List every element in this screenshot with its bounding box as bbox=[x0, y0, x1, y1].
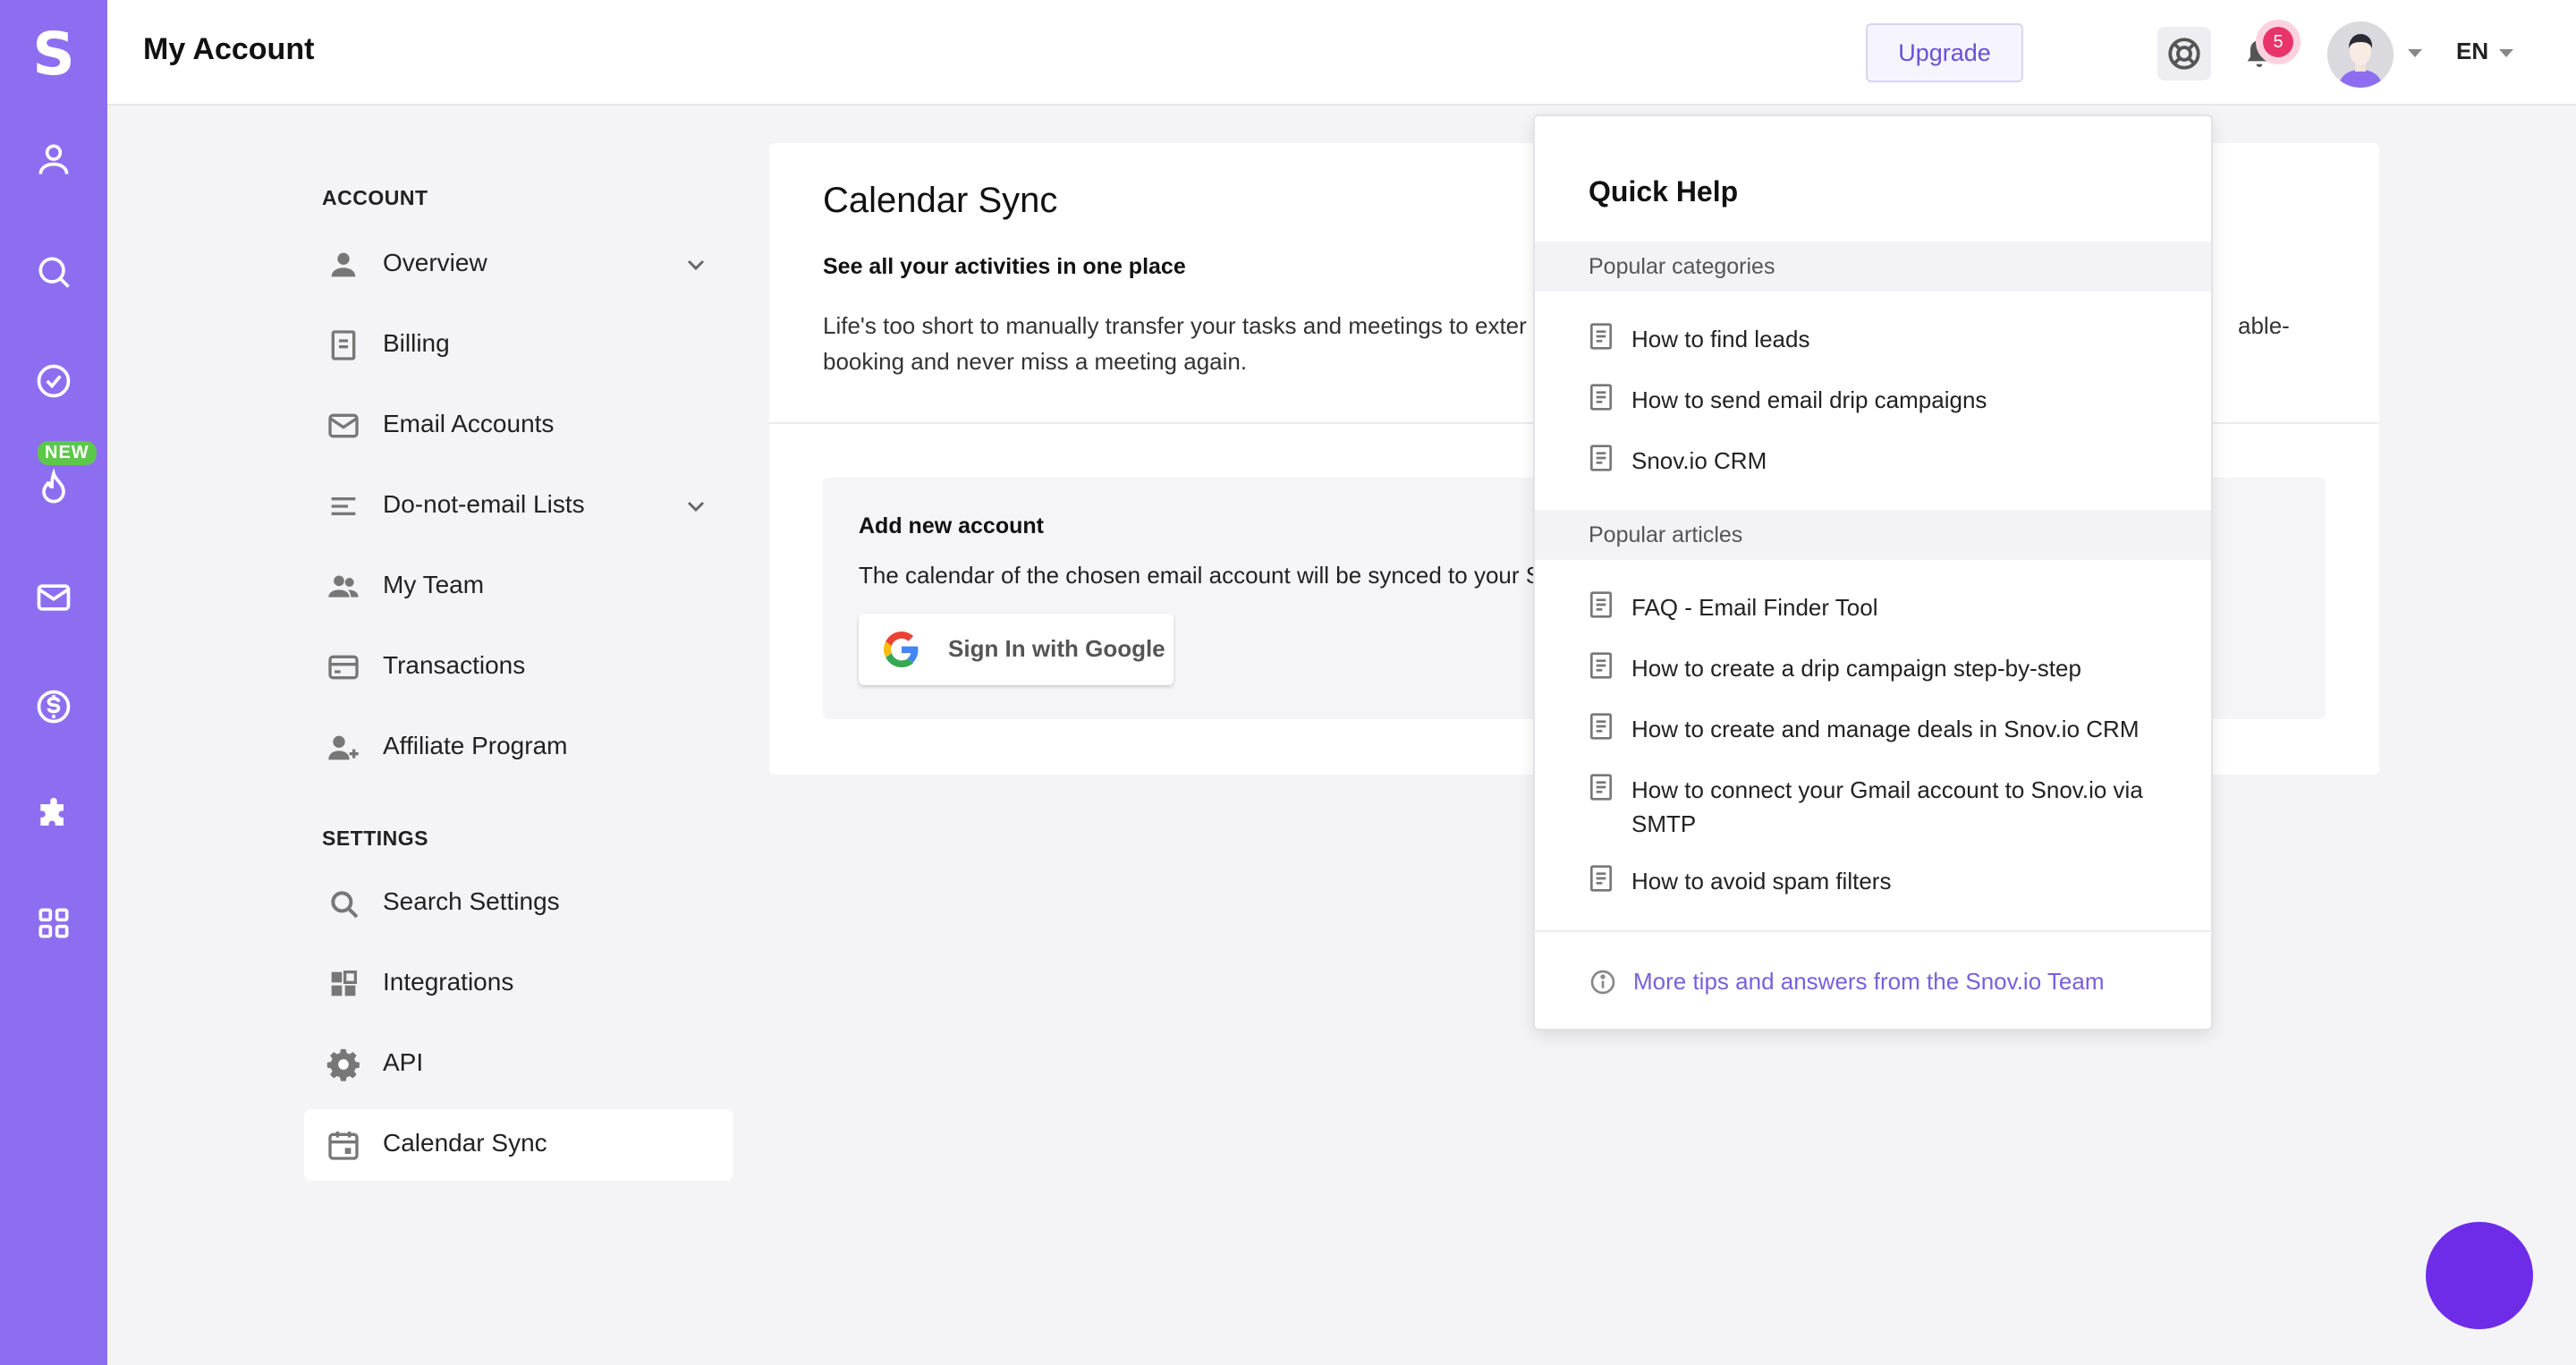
search-icon[interactable] bbox=[34, 252, 73, 292]
quick-help-title: Quick Help bbox=[1589, 175, 1739, 208]
search-icon bbox=[331, 891, 359, 919]
quick-help-dropdown: Quick Help Popular categories How to fin… bbox=[1533, 114, 2213, 1030]
invoice-icon bbox=[331, 330, 356, 360]
nav-item-label: My Team bbox=[383, 571, 485, 598]
card-icon bbox=[328, 655, 359, 680]
notification-count-badge: 5 bbox=[2263, 27, 2293, 57]
add-person-icon bbox=[328, 735, 359, 760]
document-icon bbox=[1590, 774, 1612, 801]
divider bbox=[1535, 930, 2211, 932]
list-icon bbox=[331, 497, 356, 515]
chevron-down-icon[interactable] bbox=[682, 492, 710, 521]
user-avatar-icon bbox=[2327, 21, 2394, 88]
nav-item-affiliate-program[interactable]: Affiliate Program bbox=[304, 712, 733, 784]
nav-item-email-accounts[interactable]: Email Accounts bbox=[304, 390, 733, 462]
description-line-2: booking and never miss a meeting again. bbox=[823, 348, 1248, 375]
nav-item-my-team[interactable]: My Team bbox=[304, 551, 733, 623]
google-icon bbox=[884, 632, 919, 667]
flame-icon[interactable] bbox=[34, 467, 73, 508]
calendar-icon bbox=[328, 1132, 359, 1160]
new-badge: NEW bbox=[38, 441, 97, 465]
page-title: My Account bbox=[143, 32, 315, 66]
lifebuoy-icon bbox=[2168, 38, 2200, 70]
avatar-chevron-down-icon[interactable] bbox=[2408, 49, 2422, 57]
help-link-label: How to create a drip campaign step-by-st… bbox=[1631, 655, 2081, 682]
nav-item-label: Integrations bbox=[383, 968, 514, 996]
gear-icon bbox=[326, 1048, 360, 1081]
description-line-1-tail: able- bbox=[2238, 312, 2290, 339]
help-button[interactable] bbox=[2157, 27, 2211, 81]
nav-item-overview[interactable]: Overview bbox=[304, 229, 733, 301]
dollar-circle-icon[interactable] bbox=[34, 687, 73, 726]
nav-item-api[interactable]: API bbox=[304, 1029, 733, 1100]
popular-categories-header: Popular categories bbox=[1535, 242, 2211, 292]
section-heading: Popular articles bbox=[1589, 522, 1743, 547]
app-logo[interactable]: S bbox=[0, 20, 107, 89]
chat-widget-button[interactable] bbox=[2426, 1222, 2533, 1329]
nav-item-billing[interactable]: Billing bbox=[304, 309, 733, 381]
nav-item-calendar-sync[interactable]: Calendar Sync bbox=[304, 1109, 733, 1181]
avatar[interactable] bbox=[2327, 21, 2394, 88]
help-link-label: Snov.io CRM bbox=[1631, 447, 1767, 474]
person-icon bbox=[331, 252, 356, 277]
document-icon bbox=[1590, 323, 1612, 350]
description-line-1: Life's too short to manually transfer yo… bbox=[823, 312, 1527, 339]
nav-item-transactions[interactable]: Transactions bbox=[304, 632, 733, 703]
document-icon bbox=[1590, 713, 1612, 740]
apps-grid-icon[interactable] bbox=[34, 903, 73, 943]
grid-icon bbox=[331, 971, 357, 996]
add-account-description: The calendar of the chosen email account… bbox=[859, 562, 1542, 589]
check-circle-icon[interactable] bbox=[34, 361, 73, 401]
help-link-label: How to avoid spam filters bbox=[1631, 868, 1892, 894]
document-icon bbox=[1590, 591, 1612, 618]
language-selector[interactable]: EN bbox=[2456, 38, 2488, 65]
google-button-label: Sign In with Google bbox=[948, 635, 1165, 662]
nav-item-label: Search Settings bbox=[383, 887, 560, 915]
popular-articles-header: Popular articles bbox=[1535, 510, 2211, 560]
help-link-label: How to create and manage deals in Snov.i… bbox=[1631, 716, 2140, 742]
section-title: Calendar Sync bbox=[823, 181, 1058, 220]
nav-item-label: Affiliate Program bbox=[383, 732, 568, 759]
help-link-label: How to find leads bbox=[1631, 326, 1810, 352]
document-icon bbox=[1590, 652, 1612, 679]
help-link-label: How to connect your Gmail account to Sno… bbox=[1631, 776, 2143, 837]
mail-icon[interactable] bbox=[34, 578, 73, 617]
contacts-icon[interactable] bbox=[34, 140, 73, 179]
upgrade-button[interactable]: Upgrade bbox=[1866, 23, 2023, 82]
nav-item-label: Transactions bbox=[383, 651, 526, 679]
nav-item-label: Email Accounts bbox=[383, 410, 555, 437]
account-heading: ACCOUNT bbox=[322, 186, 428, 209]
document-icon bbox=[1590, 865, 1612, 892]
puzzle-icon[interactable] bbox=[34, 796, 73, 835]
team-icon bbox=[328, 575, 359, 598]
nav-item-do-not-email-lists[interactable]: Do-not-email Lists bbox=[304, 471, 733, 542]
help-link-label: How to send email drip campaigns bbox=[1631, 386, 1987, 413]
nav-item-label: Billing bbox=[383, 329, 450, 357]
left-rail: S NEW bbox=[0, 0, 107, 1365]
nav-item-label: Overview bbox=[383, 249, 487, 276]
envelope-icon bbox=[328, 413, 359, 438]
section-heading: Popular categories bbox=[1589, 254, 1775, 279]
nav-item-search-settings[interactable]: Search Settings bbox=[304, 868, 733, 939]
language-chevron-down-icon[interactable] bbox=[2499, 49, 2513, 57]
settings-heading: SETTINGS bbox=[322, 827, 429, 850]
nav-item-label: Calendar Sync bbox=[383, 1129, 547, 1157]
nav-item-label: API bbox=[383, 1048, 424, 1076]
more-tips-label: More tips and answers from the Snov.io T… bbox=[1633, 968, 2105, 995]
sign-in-with-google-button[interactable]: Sign In with Google bbox=[859, 614, 1174, 685]
document-icon bbox=[1590, 445, 1612, 471]
help-link-label: FAQ - Email Finder Tool bbox=[1631, 594, 1878, 621]
chevron-down-icon[interactable] bbox=[682, 250, 710, 279]
info-icon bbox=[1590, 970, 1615, 995]
add-account-title: Add new account bbox=[859, 513, 1044, 538]
nav-item-label: Do-not-email Lists bbox=[383, 490, 585, 518]
document-icon bbox=[1590, 384, 1612, 411]
nav-item-integrations[interactable]: Integrations bbox=[304, 948, 733, 1020]
section-subtitle: See all your activities in one place bbox=[823, 254, 1186, 279]
